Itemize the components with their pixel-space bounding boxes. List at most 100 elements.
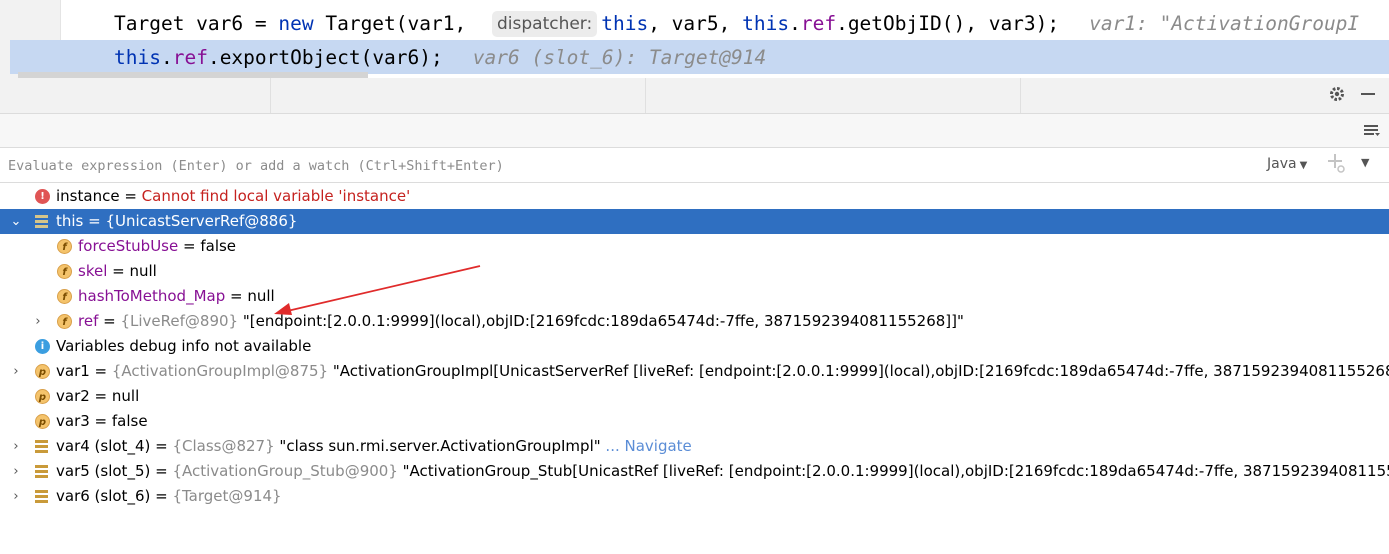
variable-type: {ActivationGroupImpl@875} <box>111 362 329 380</box>
chevron-right-icon[interactable]: › <box>8 484 24 509</box>
field-icon: f <box>57 264 72 279</box>
variable-name: hashToMethod_Map <box>78 287 226 305</box>
code-line-2[interactable]: this.ref.exportObject(var6); var6 (slot_6… <box>114 41 766 74</box>
variable-type: {Target@914} <box>172 487 282 505</box>
field-icon: f <box>57 314 72 329</box>
chevron-right-icon[interactable]: › <box>8 459 24 484</box>
tree-row: i Variables debug info not available <box>0 334 1389 359</box>
variable-name: forceStubUse <box>78 237 179 255</box>
tree-row[interactable]: › var5 (slot_5) = {ActivationGroup_Stub@… <box>0 459 1389 484</box>
tree-row-text: ref = {LiveRef@890} "[endpoint:[2.0.0.1:… <box>78 309 964 334</box>
tree-row[interactable]: f hashToMethod_Map = null <box>0 284 1389 309</box>
keyword-this: this <box>114 46 161 69</box>
variable-name: skel <box>78 262 108 280</box>
variable-value: "ActivationGroupImpl[UnicastServerRef [l… <box>332 362 1389 380</box>
equals-sign: = <box>150 462 173 480</box>
equals-sign: = <box>98 312 121 330</box>
chevron-right-icon[interactable]: › <box>30 309 46 334</box>
variable-value: null <box>111 387 140 405</box>
tree-row-text: var3 = false <box>56 409 148 434</box>
variable-value: "[endpoint:[2.0.0.1:9999](local),objID:[… <box>242 312 964 330</box>
tree-row[interactable]: f forceStubUse = false <box>0 234 1389 259</box>
keyword-new: new <box>278 12 314 35</box>
variable-name: instance <box>56 187 120 205</box>
minimize-icon[interactable] <box>1357 85 1379 108</box>
language-label: Java <box>1267 156 1297 172</box>
variable-name: ref <box>78 312 99 330</box>
tree-row-text: forceStubUse = false <box>78 234 236 259</box>
evaluate-expression-input[interactable] <box>6 152 1210 180</box>
header-divider <box>645 78 646 113</box>
navigate-link[interactable]: ... Navigate <box>605 437 691 455</box>
variable-type: {ActivationGroup_Stub@900} <box>172 462 398 480</box>
tree-row[interactable]: › var6 (slot_6) = {Target@914} <box>0 484 1389 509</box>
equals-sign: = <box>89 362 112 380</box>
variable-value: "class sun.rmi.server.ActivationGroupImp… <box>279 437 601 455</box>
chevron-right-icon[interactable]: › <box>8 434 24 459</box>
tree-row[interactable]: p var3 = false <box>0 409 1389 434</box>
chevron-down-icon: ▼ <box>1299 160 1308 171</box>
field-ref: ref <box>800 12 837 35</box>
variable-name: var4 (slot_4) <box>56 437 151 455</box>
equals-sign: = <box>89 412 112 430</box>
code-text: . <box>160 46 173 69</box>
variable-type: {LiveRef@890} <box>120 312 239 330</box>
list-icon <box>35 440 50 455</box>
header-divider <box>1020 78 1021 113</box>
layout-icon[interactable] <box>1361 122 1383 143</box>
tree-row-text: hashToMethod_Map = null <box>78 284 275 309</box>
tree-row-text: var5 (slot_5) = {ActivationGroup_Stub@90… <box>56 459 1389 484</box>
code-line-1[interactable]: Target var6 = new Target(var1, dispatche… <box>114 7 1359 40</box>
list-icon <box>35 465 50 480</box>
tree-row-text: skel = null <box>78 259 157 284</box>
tree-row-text: var2 = null <box>56 384 139 409</box>
variable-name: var3 <box>56 412 90 430</box>
info-message: Variables debug info not available <box>56 337 312 355</box>
code-text: .exportObject(var6); <box>207 46 443 69</box>
gear-icon[interactable] <box>1326 85 1348 108</box>
equals-sign: = <box>119 187 142 205</box>
field-icon: f <box>57 289 72 304</box>
tree-row[interactable]: › p var1 = {ActivationGroupImpl@875} "Ac… <box>0 359 1389 384</box>
tree-row-selected[interactable]: ⌄ this = {UnicastServerRef@886} <box>0 209 1389 234</box>
equals-sign: = <box>89 387 112 405</box>
parameter-icon: p <box>35 414 50 429</box>
tree-row-text: this = {UnicastServerRef@886} <box>56 209 297 234</box>
variable-type: {Class@827} <box>172 437 275 455</box>
variable-value: null <box>247 287 275 305</box>
equals-sign: = <box>178 237 201 255</box>
keyword-this: this <box>601 12 649 35</box>
parameter-hint: dispatcher: <box>491 11 598 37</box>
language-dropdown[interactable]: Java ▼ <box>1267 156 1307 172</box>
variable-name: this <box>56 212 84 230</box>
chevron-right-icon[interactable]: › <box>8 359 24 384</box>
tree-row-text: instance = Cannot find local variable 'i… <box>56 184 410 209</box>
list-icon <box>35 215 50 230</box>
chevron-down-icon[interactable]: ⌄ <box>8 209 24 234</box>
error-message: Cannot find local variable 'instance' <box>141 187 411 205</box>
code-text: , var5, <box>648 12 743 35</box>
parameter-icon: p <box>35 389 50 404</box>
variable-name: var6 (slot_6) <box>56 487 151 505</box>
equals-sign: = <box>150 437 173 455</box>
tree-row[interactable]: › var4 (slot_4) = {Class@827} "class sun… <box>0 434 1389 459</box>
tree-row[interactable]: f skel = null <box>0 259 1389 284</box>
tree-row[interactable]: › f ref = {LiveRef@890} "[endpoint:[2.0.… <box>0 309 1389 334</box>
tree-row-text: var6 (slot_6) = {Target@914} <box>56 484 282 509</box>
inline-debug-value: var1: "ActivationGroupI <box>1089 12 1360 35</box>
tree-row[interactable]: ! instance = Cannot find local variable … <box>0 184 1389 209</box>
code-editor[interactable]: Target var6 = new Target(var1, dispatche… <box>0 0 1389 78</box>
add-watch-icon[interactable] <box>1326 152 1346 180</box>
code-text: . <box>789 12 801 35</box>
equals-sign: = <box>83 212 106 230</box>
evaluate-expression-bar: Java▼ ▼ <box>0 148 1389 183</box>
equals-sign: = <box>150 487 173 505</box>
list-icon <box>35 490 50 505</box>
chevron-down-icon[interactable]: ▼ <box>1361 156 1369 169</box>
tree-row[interactable]: p var2 = null <box>0 384 1389 409</box>
code-text: .getObjID(), var3); <box>836 12 1060 35</box>
variable-name: var5 (slot_5) <box>56 462 151 480</box>
variable-value: null <box>129 262 157 280</box>
field-ref: ref <box>172 46 208 69</box>
header-divider <box>270 78 271 113</box>
